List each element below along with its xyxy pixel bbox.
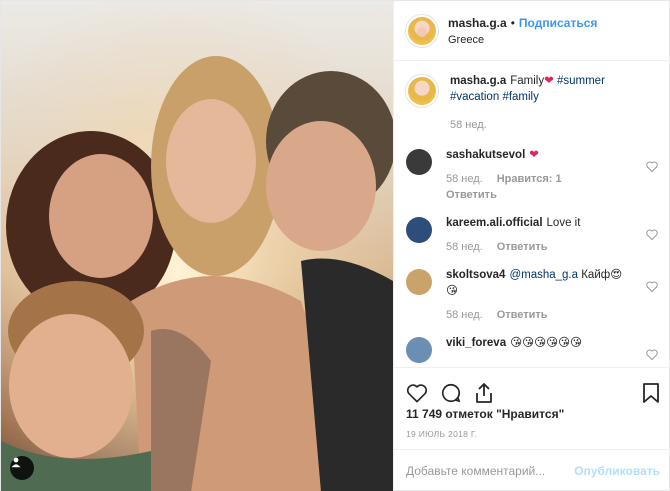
post-date: 19 ИЮЛЬ 2018 Г. <box>406 429 478 439</box>
comment-item: kareem.ali.official Love it 58 нед. Ответ… <box>406 215 660 255</box>
caption-body: masha.g.a Family❤ #summer #vacation #fami… <box>450 73 660 133</box>
hashtag-vacation[interactable]: #vacation <box>450 91 499 103</box>
comment-item: viki_foreva 😘😘😘😘😘😘 <box>406 335 660 363</box>
comment-mention[interactable]: @masha_g.a <box>509 269 578 281</box>
comment-reply-row: Ответить <box>446 187 634 203</box>
post-side-panel: masha.g.a • Подписаться Greece masha.g.a… <box>393 1 670 491</box>
reply-button[interactable]: Ответить <box>446 187 497 203</box>
comment-time[interactable]: 58 нед. <box>446 171 483 187</box>
like-icon[interactable] <box>406 383 428 403</box>
small-heart-icon[interactable] <box>646 279 658 297</box>
comment-avatar[interactable] <box>406 337 432 363</box>
author-avatar[interactable] <box>406 14 438 47</box>
caption-avatar[interactable] <box>406 75 438 107</box>
post-header: masha.g.a • Подписаться Greece <box>394 1 670 61</box>
comment-username[interactable]: viki_foreva <box>446 337 506 349</box>
comment-username[interactable]: kareem.ali.official <box>446 217 543 229</box>
instagram-post: masha.g.a • Подписаться Greece masha.g.a… <box>0 0 670 491</box>
post-photo[interactable] <box>1 1 393 491</box>
comment-body: kareem.ali.official Love it 58 нед. Ответ… <box>446 215 660 255</box>
caption-username[interactable]: masha.g.a <box>450 75 506 87</box>
comment-icon[interactable] <box>440 382 462 404</box>
save-icon[interactable] <box>642 382 660 404</box>
add-comment-bar: Опубликовать <box>394 449 670 491</box>
separator-dot: • <box>510 15 515 30</box>
comment-body: skoltsova4 @masha_g.a Кайф😍😘 58 нед. Отве… <box>446 267 660 323</box>
comment-username[interactable]: sashakutsevol <box>446 149 525 161</box>
comments-list[interactable]: masha.g.a Family❤ #summer #vacation #fami… <box>394 61 670 367</box>
comment-item: skoltsova4 @masha_g.a Кайф😍😘 58 нед. Отве… <box>406 267 660 323</box>
follow-button[interactable]: Подписаться <box>519 16 597 30</box>
likes-count[interactable]: 11 749 отметок "Нравится" <box>406 407 564 421</box>
comment-time[interactable]: 58 нед. <box>446 239 483 255</box>
hashtag-family[interactable]: #family <box>502 91 538 103</box>
reply-button[interactable]: Ответить <box>497 307 548 323</box>
comment-username[interactable]: skoltsova4 <box>446 269 505 281</box>
hashtag-summer[interactable]: #summer <box>557 75 605 87</box>
family-selfie-illustration <box>1 1 393 491</box>
user-tag-icon[interactable] <box>10 456 34 480</box>
comment-meta: 58 нед. Ответить <box>446 239 634 255</box>
publish-button[interactable]: Опубликовать <box>574 464 660 478</box>
caption: masha.g.a Family❤ #summer #vacation #fami… <box>406 73 660 133</box>
caption-time[interactable]: 58 нед. <box>450 117 487 133</box>
comment-text: Love it <box>546 217 581 229</box>
header-row: masha.g.a • Подписаться <box>448 16 597 30</box>
comment-meta: 58 нед. Ответить <box>446 307 634 323</box>
caption-meta: 58 нед. <box>450 117 634 133</box>
comment-text: ❤ <box>529 149 539 161</box>
reply-button[interactable]: Ответить <box>497 239 548 255</box>
action-bar <box>394 367 670 407</box>
comment-time[interactable]: 58 нед. <box>446 307 483 323</box>
caption-text: Family <box>510 75 545 87</box>
small-heart-icon[interactable] <box>646 159 658 177</box>
small-heart-icon[interactable] <box>646 347 658 365</box>
comment-item: sashakutsevol ❤ 58 нед. Нравится: 1 Ответ… <box>406 147 660 203</box>
header-text: masha.g.a • Подписаться Greece <box>448 16 597 46</box>
comment-body: sashakutsevol ❤ 58 нед. Нравится: 1 Ответ… <box>446 147 660 203</box>
comment-avatar[interactable] <box>406 217 432 243</box>
comment-input[interactable] <box>406 464 575 478</box>
comment-avatar[interactable] <box>406 269 432 295</box>
comment-meta: 58 нед. Нравится: 1 <box>446 171 634 187</box>
comment-avatar[interactable] <box>406 149 432 175</box>
small-heart-icon[interactable] <box>646 227 658 245</box>
comment-text: 😘😘😘😘😘😘 <box>510 337 583 349</box>
comment-body: viki_foreva 😘😘😘😘😘😘 <box>446 335 660 363</box>
heart-emoji: ❤ <box>544 75 554 87</box>
author-username[interactable]: masha.g.a <box>448 16 507 30</box>
comment-likes[interactable]: Нравится: 1 <box>497 171 562 187</box>
share-icon[interactable] <box>474 382 494 404</box>
location-link[interactable]: Greece <box>448 34 597 46</box>
